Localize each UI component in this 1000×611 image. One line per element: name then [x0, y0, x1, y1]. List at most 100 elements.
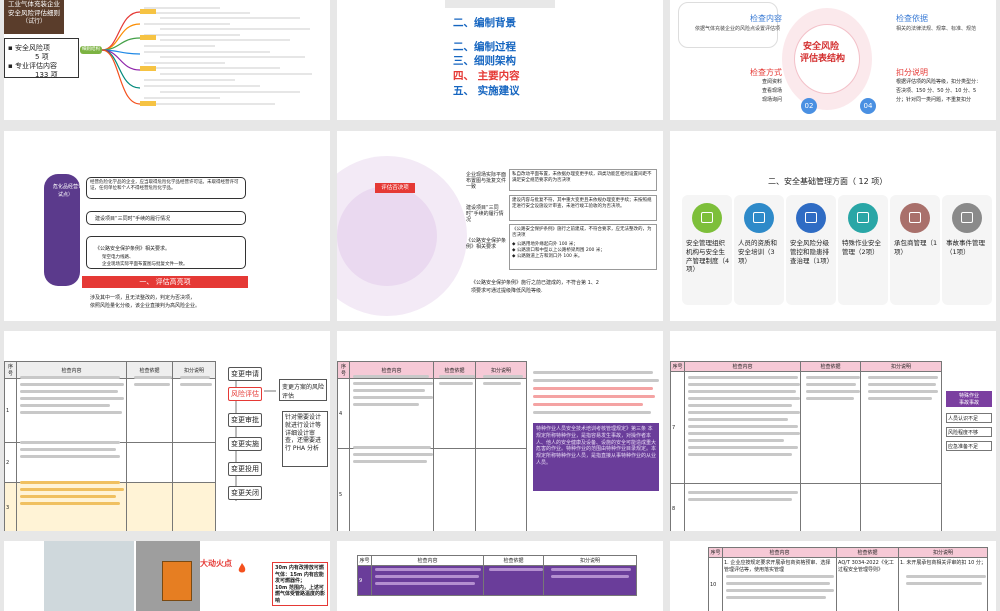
risk-factor: 应急准备不足 [946, 441, 992, 451]
distance-note-text: 10m 范围内，上述可燃气体受管路温度的影响 [275, 585, 325, 605]
quadrant-text: 分；针对同一类问题，不重复扣分 [896, 98, 971, 104]
slide-sorter-grid: 工业气体充装企业 安全风险评估细则 （试行） ▪ 安全风险项 5 项 ▪ 专业评… [0, 0, 1000, 600]
category-card: 特殊作业安全管理（2项） [838, 195, 888, 305]
quadrant-title: 检查依据 [896, 14, 928, 23]
bullet-item: ▪ 安全风险项 [8, 44, 50, 52]
category-label: 特殊作业安全管理（2项） [842, 239, 886, 257]
category-label: 事故事件管理（1项） [946, 239, 990, 257]
flow-step-highlight: 风险评估 [228, 387, 262, 401]
footnote: 项要求可通过提级降低风险等级. [471, 289, 543, 295]
row-number: 2 [5, 443, 17, 483]
table-header: 扣分说明 [544, 556, 637, 566]
folder-icon [796, 203, 826, 233]
center-label: 评估否决项 [375, 183, 415, 193]
person-icon [744, 203, 774, 233]
title-block: 工业气体充装企业 安全风险评估细则 （试行） [4, 0, 64, 34]
agenda-item-highlight: 四、 主要内容 [453, 70, 520, 82]
center-title: 评估表结构 [800, 54, 845, 64]
criterion-label: 《公路安全保护条例》相关要求 [466, 239, 508, 251]
flow-step: 变更实施 [228, 437, 262, 451]
quadrant-title: 扣分说明 [896, 68, 928, 77]
criterion-label: 企业现场实际平面布置图与批复文件一致 [466, 173, 508, 190]
table-header: 检查依据 [837, 548, 899, 558]
table-header: 序号 [709, 548, 723, 558]
risk-factor: 风险程度不够 [946, 427, 992, 437]
table-header: 序号 [5, 362, 17, 379]
slide-title: 二、安全基础管理方面（ 12 项） [768, 177, 887, 186]
side-title-box: 特殊作业 事故事故 [946, 391, 992, 407]
side-title: 事故事故 [946, 399, 992, 406]
decor-circle-inner [337, 186, 437, 286]
bullet-value: 5 项 [35, 53, 49, 61]
distance-note: 30m 内有改排放可燃气体：15m 内有应能发可燃器件； 10m 范围内，上述可… [272, 562, 328, 606]
slide-thumbnail-2[interactable]: 二、编制背景 二、编制过程 三、细则架构 四、 主要内容 五、 实施建议 [337, 0, 663, 120]
checklist-table: 序号 检查内容 检查依据 扣分说明 1 2 3 [4, 361, 216, 531]
quadrant-text: 依据气体充装企业的风险点设置评估项 [695, 27, 780, 33]
requirement-text: 架空电力线路、 [102, 255, 134, 260]
table-header: 检查内容 [685, 362, 801, 372]
requirement-text: 企业现场实际平面布置图与批复文件一致。 [102, 262, 188, 267]
slide-thumbnail-9[interactable]: 序号 检查内容 检查依据 扣分说明 7 8 特殊作业 事故事故 人员认识不足 风… [670, 331, 996, 531]
slide-title: 大动火点 [200, 559, 232, 568]
table-header: 序号 [671, 362, 685, 372]
quadrant-text: 查看现场 [762, 89, 782, 95]
slide-thumbnail-6[interactable]: 二、安全基础管理方面（ 12 项） 安全管理组织机构与安全生产管理制度（4项）人… [670, 131, 996, 321]
slide-thumbnail-7[interactable]: 序号 检查内容 检查依据 扣分说明 1 2 3 变更申请 风险评估 变更审批 变… [4, 331, 330, 531]
category-card: 承包商管理（1项） [890, 195, 940, 305]
checklist-table: 序号 检查内容 检查依据 扣分说明 10 1. 企业应按规定要求开展承包商资格预… [708, 547, 988, 611]
slide-thumbnail-4[interactable]: 危化品经营许可（ 试点） 经营危险化学品的企业，应当取得危险化学品经营许可证。未… [4, 131, 330, 321]
flow-note: 针对需要设计就进行设计等详细设计审查，还需要进行 PHA 分析 [282, 411, 328, 467]
quadrant-text: 根据评估项的风险等级，扣分类型分： [896, 80, 981, 86]
category-label: 安全管理组织机构与安全生产管理制度（4项） [686, 239, 730, 274]
risk-factor: 人员认识不足 [946, 413, 992, 423]
category-card: 事故事件管理（1项） [942, 195, 992, 305]
row-number: 1 [5, 379, 17, 443]
requirement-box: 经营危险化学品的企业，应当取得危险化学品经营许可证。未取得经营许可证，任何单位和… [86, 177, 246, 199]
table-header: 序号 [358, 556, 372, 566]
left-panel [337, 0, 422, 120]
quadrant-text: 现场询问 [762, 98, 782, 104]
table-header: 检查内容 [723, 548, 837, 558]
slide-thumbnail-5[interactable]: 评估否决项 企业现场实际平面布置图与批复文件一致 私自改动平面布置，未依据办理变… [337, 131, 663, 321]
category-card: 人员的资质和安全培训（3项） [734, 195, 784, 305]
side-title: 特殊作业 [946, 392, 992, 399]
footnote: 涉及其中一项，且无法整改的，判定为否决项， [90, 296, 195, 302]
row-number: 3 [5, 483, 17, 532]
slide-thumbnail-10[interactable]: 大动火点 30m 内有改排放可燃气体：15m 内有应能发可燃器件； 10m 范围… [4, 541, 330, 611]
slide-thumbnail-12[interactable]: 序号 检查内容 检查依据 扣分说明 10 1. 企业应按规定要求开展承包商资格预… [670, 541, 996, 611]
number-badge: 02 [801, 98, 817, 114]
distance-note-text: 30m 内有改排放可燃气体：15m 内有应能发可燃器件； [275, 565, 325, 585]
slide-thumbnail-11[interactable]: 序号 检查内容 检查依据 扣分说明 9 [337, 541, 663, 611]
flow-step: 变更审批 [228, 413, 262, 427]
agenda-item: 三、细则架构 [453, 55, 516, 67]
flow-step: 变更关闭 [228, 486, 262, 500]
row-number: 9 [358, 566, 372, 596]
quadrant-text: 相关的法律法规、规章、标准、规范 [896, 27, 976, 33]
title-line: 工业气体充装企业 [8, 1, 60, 8]
slide-thumbnail-1[interactable]: 工业气体充装企业 安全风险评估细则 （试行） ▪ 安全风险项 5 项 ▪ 专业评… [4, 0, 330, 120]
side-label: 试点） [58, 193, 73, 199]
criterion-detail: 建设内容与批复不符，其中重大变更且未依规办理变更手续；未按照规定进行安全设施设计… [509, 195, 657, 221]
people-icon [692, 203, 722, 233]
slide-thumbnail-3[interactable]: 检查内容 依据气体充装企业的风险点设置评估项 检查依据 相关的法律法规、规章、标… [670, 0, 996, 120]
quadrant-title: 检查方式 [750, 68, 782, 77]
agenda-item: 二、编制背景 [453, 17, 516, 29]
summary-box: ▪ 安全风险项 5 项 ▪ 专业评估内容 133 项 [4, 38, 79, 78]
side-ribbon [44, 174, 80, 286]
criterion-label: 建设项目“三同时”手续的履行情况 [466, 206, 508, 223]
flow-note: 变更方案的风险评估 [279, 379, 327, 401]
center-title: 安全风险 [803, 42, 839, 52]
heading-bar [445, 0, 555, 8]
slide-thumbnail-8[interactable]: 序号 检查内容 检查依据 扣分说明 4 5 特种作业人员安全技术培训考核管理规定… [337, 331, 663, 531]
flow-step: 变更投用 [228, 462, 262, 476]
regulation-quote: 特种作业人员安全技术培训考核管理规定》第三条 本规定所称特种作业，是指容易发生事… [533, 423, 659, 491]
quadrant-title: 检查内容 [750, 14, 782, 23]
title-line: 安全风险评估细则 [8, 10, 60, 17]
bullet-value: 133 项 [35, 71, 58, 79]
footnote: 《公路安全保护条例》施行之前已建成的，不符合第 1、2 [471, 281, 599, 287]
agenda-item: 二、编制过程 [453, 41, 516, 53]
table-header: 检查依据 [801, 362, 861, 372]
table-header: 检查内容 [372, 556, 484, 566]
quadrant-text: 查阅资料 [762, 80, 782, 86]
requirement-box: 建设项目“三同时”手续的履行情况 [86, 211, 246, 225]
